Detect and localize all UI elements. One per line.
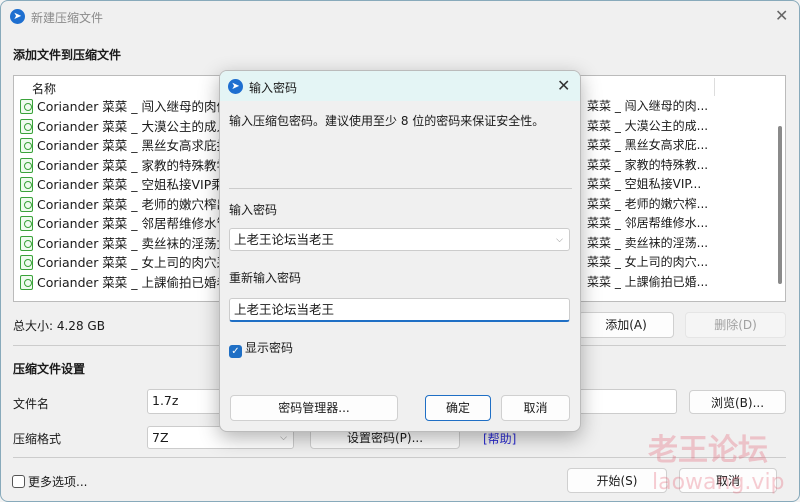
file-name: Coriander 菜菜 _ 上課偷拍已婚老: [37, 274, 230, 290]
file-column-2: 菜菜 _ 女上司的肉穴...: [587, 255, 709, 269]
file-row[interactable]: Coriander 菜菜 _ 卖丝袜的淫荡女: [20, 234, 229, 253]
scrollbar-thumb[interactable]: [778, 126, 782, 284]
file-column-2: 菜菜 _ 空姐私接VIP...: [587, 177, 702, 191]
file-column-2: 菜菜 _ 大漠公主的成...: [587, 118, 709, 133]
video-file-icon: [20, 235, 33, 251]
video-file-icon: [20, 177, 33, 192]
dialog-title: 输入密码: [249, 81, 298, 95]
file-column-2: 菜菜 _ 黑丝女高求庇...: [587, 138, 709, 152]
file-column-2: 菜菜 _ 邻居帮维修水...: [587, 216, 709, 230]
delete-button[interactable]: 删除(D): [685, 312, 786, 338]
chevron-down-icon: ⌵: [556, 235, 563, 245]
file-name: Coriander 菜菜 _ 邻居帮维修水管: [37, 216, 230, 231]
video-file-icon: [20, 157, 33, 173]
filename-label: 文件名: [13, 397, 50, 411]
file-column-2: 菜菜 _ 闯入继母的肉...: [587, 99, 709, 113]
file-name: Coriander 菜菜 _ 黑丝女高求庇护: [37, 138, 230, 153]
browse-button[interactable]: 浏览(B)...: [689, 390, 786, 414]
video-file-icon: [20, 216, 33, 231]
checkbox-icon: [12, 475, 25, 488]
format-label: 压缩格式: [13, 432, 62, 446]
file-name: Coriander 菜菜 _ 老师的嫩穴榨出: [37, 196, 230, 212]
dialog-description: 输入压缩包密码。建议使用至少 8 位的密码来保证安全性。: [229, 114, 545, 128]
file-row[interactable]: Coriander 菜菜 _ 黑丝女高求庇护: [20, 136, 229, 155]
close-icon[interactable]: ✕: [775, 6, 788, 25]
show-password-label: 显示密码: [245, 341, 294, 355]
password-dialog: ➤ 输入密码 ✕ 输入压缩包密码。建议使用至少 8 位的密码来保证安全性。 输入…: [219, 70, 581, 432]
video-file-icon: [20, 99, 33, 114]
column-header-name[interactable]: 名称: [32, 80, 56, 97]
divider: [229, 188, 572, 189]
video-file-icon: [20, 196, 33, 212]
file-column-2: 菜菜 _ 上課偷拍已婚...: [587, 274, 709, 289]
help-link[interactable]: [帮助]: [483, 430, 516, 447]
file-row[interactable]: Coriander 菜菜 _ 上課偷拍已婚老: [20, 273, 229, 292]
video-file-icon: [20, 255, 33, 270]
video-file-icon: [20, 274, 33, 290]
password-label: 输入密码: [229, 203, 278, 217]
more-options-label: 更多选项...: [28, 475, 88, 489]
file-row[interactable]: Coriander 菜菜 _ 家教的特殊教学: [20, 156, 229, 175]
more-options-checkbox[interactable]: 更多选项...: [12, 473, 87, 490]
file-name: Coriander 菜菜 _ 卖丝袜的淫荡女: [37, 235, 230, 251]
file-column-2: 菜菜 _ 家教的特殊教...: [587, 157, 709, 172]
add-button[interactable]: 添加(A): [578, 312, 674, 338]
section-settings-title: 压缩文件设置: [13, 362, 86, 376]
file-row[interactable]: Coriander 菜菜 _ 邻居帮维修水管: [20, 214, 229, 233]
show-password-checkbox[interactable]: ✓ 显示密码: [229, 339, 293, 358]
app-icon: ➤: [228, 79, 243, 94]
video-file-icon: [20, 138, 33, 153]
column-separator[interactable]: [714, 78, 715, 96]
reenter-label: 重新输入密码: [229, 271, 302, 285]
ok-button[interactable]: 确定: [425, 395, 491, 421]
file-row[interactable]: Coriander 菜菜 _ 老师的嫩穴榨出: [20, 195, 229, 214]
file-name: Coriander 菜菜 _ 大漠公主的成人: [37, 118, 230, 134]
file-column-2: 菜菜 _ 老师的嫩穴榨...: [587, 196, 709, 211]
password-manager-button[interactable]: 密码管理器...: [230, 395, 398, 421]
password-value: 上老王论坛当老王: [234, 232, 335, 247]
file-name: Coriander 菜菜 _ 女上司的肉穴采: [37, 255, 230, 270]
file-row[interactable]: Coriander 菜菜 _ 闯入继母的肉体: [20, 97, 229, 116]
file-row[interactable]: Coriander 菜菜 _ 大漠公主的成人: [20, 117, 229, 136]
watermark-logo: 老王论坛: [648, 433, 768, 468]
checkmark-icon: ✓: [229, 345, 242, 358]
window-title: 新建压缩文件: [31, 11, 104, 25]
reenter-input[interactable]: 上老王论坛当老王: [229, 298, 570, 322]
watermark-url: laowang.vip: [652, 470, 785, 495]
file-row[interactable]: Coriander 菜菜 _ 女上司的肉穴采: [20, 253, 229, 272]
close-icon[interactable]: ✕: [557, 76, 570, 95]
file-row[interactable]: Coriander 菜菜 _ 空姐私接VIP乘客: [20, 175, 236, 194]
format-value: 7Z: [152, 430, 169, 445]
password-combo[interactable]: 上老王论坛当老王 ⌵: [229, 228, 570, 251]
section-add-title: 添加文件到压缩文件: [13, 48, 122, 62]
file-name: Coriander 菜菜 _ 空姐私接VIP乘客: [37, 177, 237, 192]
file-name: Coriander 菜菜 _ 闯入继母的肉体: [37, 99, 230, 114]
dialog-cancel-button[interactable]: 取消: [501, 395, 570, 421]
total-size: 总大小: 4.28 GB: [13, 319, 105, 333]
app-icon: ➤: [10, 9, 25, 24]
file-name: Coriander 菜菜 _ 家教的特殊教学: [37, 157, 230, 173]
file-column-2: 菜菜 _ 卖丝袜的淫荡...: [587, 235, 709, 250]
video-file-icon: [20, 118, 33, 134]
